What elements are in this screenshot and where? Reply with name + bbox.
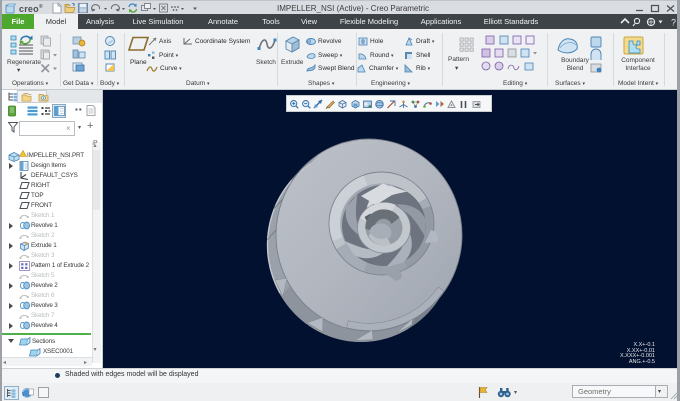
- svg-text:?: ?: [671, 18, 676, 28]
